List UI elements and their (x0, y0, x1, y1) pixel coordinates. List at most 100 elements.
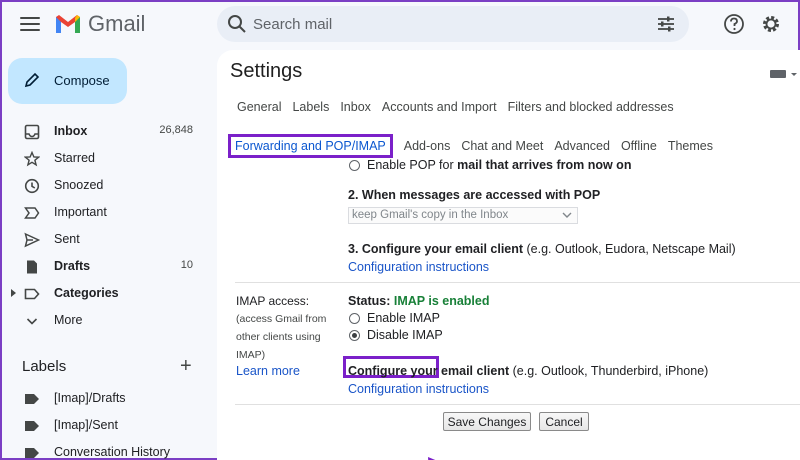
unread-count: 26,848 (159, 124, 193, 136)
label-tag-icon (25, 394, 39, 404)
pop-enable-prefix: Enable POP for (367, 158, 458, 172)
settings-panel: Settings General Labels Inbox Accounts a… (217, 50, 800, 460)
pencil-icon (24, 72, 40, 88)
settings-tabs-row1: General Labels Inbox Accounts and Import… (237, 100, 674, 114)
sidebar-item-important[interactable]: Important (2, 199, 207, 226)
imap-access-label: IMAP access: (236, 294, 310, 308)
draft-count: 10 (180, 259, 193, 271)
enable-imap-label[interactable]: Enable IMAP (367, 311, 440, 325)
label-name: [Imap]/Sent (54, 418, 118, 432)
label-item-imap-drafts[interactable]: [Imap]/Drafts (2, 386, 207, 412)
label-name: Conversation History (54, 445, 171, 459)
search-icon[interactable] (227, 14, 247, 34)
cancel-button[interactable]: Cancel (539, 412, 589, 431)
tab-advanced[interactable]: Advanced (554, 139, 610, 153)
settings-tabs-row2: Forwarding and POP/IMAP Add-ons Chat and… (228, 134, 713, 158)
sidebar-item-inbox[interactable]: Inbox 26,848 (2, 118, 207, 145)
chevron-down-icon (26, 318, 38, 325)
imap-status-prefix: Status: (348, 294, 394, 308)
pop-enable-new-mail-radio[interactable] (349, 160, 360, 171)
pop-configuration-instructions-link[interactable]: Configuration instructions (348, 260, 489, 274)
sidebar-item-sent[interactable]: Sent (2, 226, 207, 253)
tab-accounts-and-import[interactable]: Accounts and Import (382, 100, 497, 114)
tab-general[interactable]: General (237, 100, 281, 114)
pop-step2-title: 2. When messages are accessed with POP (348, 188, 600, 202)
sidebar-item-categories[interactable]: Categories (2, 280, 207, 307)
sidebar-item-label: Categories (54, 286, 119, 300)
search-input[interactable] (253, 12, 653, 36)
keyboard-icon[interactable] (770, 68, 798, 80)
pop-enable-bold: mail that arrives from now on (457, 158, 632, 172)
sidebar-item-drafts[interactable]: Drafts 10 (2, 253, 207, 280)
page-title: Settings (230, 60, 303, 82)
clock-icon (24, 178, 40, 194)
add-label-button[interactable]: + (180, 355, 192, 378)
tab-forwarding-pop-imap[interactable]: Forwarding and POP/IMAP (228, 134, 393, 158)
pop-step2-title-text: 2. When messages are accessed with POP (348, 188, 601, 202)
sidebar-item-label: More (54, 313, 83, 327)
tab-offline[interactable]: Offline (621, 139, 657, 153)
sidebar-item-label: Drafts (54, 259, 91, 273)
imap-client-title: Configure your email client (e.g. Outloo… (348, 364, 708, 378)
imap-client-hint: (e.g. Outlook, Thunderbird, iPhone) (509, 364, 709, 378)
sidebar-item-label: Sent (54, 232, 80, 246)
chevron-down-icon (562, 212, 572, 218)
imap-configuration-instructions-link[interactable]: Configuration instructions (348, 382, 489, 396)
section-divider (235, 282, 800, 283)
tab-inbox[interactable]: Inbox (340, 100, 371, 114)
menu-line (20, 17, 40, 19)
sidebar-nav: Inbox 26,848 Starred Snoozed Important S… (2, 118, 207, 334)
label-name: [Imap]/Drafts (54, 391, 126, 405)
draft-icon (27, 260, 37, 274)
gear-icon[interactable] (760, 13, 782, 35)
label-tag-icon (25, 448, 39, 458)
top-bar: Gmail (2, 2, 798, 48)
sidebar-item-label: Starred (54, 151, 95, 165)
compose-button[interactable]: Compose (8, 58, 127, 104)
tab-themes[interactable]: Themes (668, 139, 713, 153)
pop-action-selected-value: keep Gmail's copy in the Inbox (352, 209, 509, 221)
enable-imap-radio[interactable] (349, 313, 360, 324)
save-changes-button[interactable]: Save Changes (443, 412, 531, 431)
imap-desc-line: (access Gmail from (236, 313, 327, 325)
imap-client-title-text: Configure your email client (348, 364, 510, 378)
menu-line (20, 29, 40, 31)
tab-chat-and-meet[interactable]: Chat and Meet (461, 139, 543, 153)
learn-more-link[interactable]: Learn more (236, 364, 300, 378)
label-item-conversation-history[interactable]: Conversation History (2, 440, 207, 460)
menu-line (20, 23, 40, 25)
annotation-arrow (428, 457, 436, 460)
gmail-m-icon (56, 15, 80, 33)
app-name: Gmail (88, 11, 146, 36)
help-icon[interactable] (723, 13, 745, 35)
search-bar (217, 6, 689, 42)
tab-labels[interactable]: Labels (292, 100, 329, 114)
sidebar-item-label: Important (54, 205, 107, 219)
disable-imap-radio[interactable] (349, 330, 360, 341)
main-menu-button[interactable] (20, 14, 40, 34)
disable-imap-label[interactable]: Disable IMAP (367, 328, 443, 342)
tab-add-ons[interactable]: Add-ons (404, 139, 451, 153)
gmail-logo[interactable]: Gmail (54, 11, 145, 37)
important-icon (24, 207, 40, 219)
compose-label: Compose (54, 73, 110, 88)
sidebar-item-starred[interactable]: Starred (2, 145, 207, 172)
label-icon (24, 288, 40, 300)
imap-desc-line: other clients using (236, 331, 321, 343)
pop-step3-hint: (e.g. Outlook, Eudora, Netscape Mail) (523, 242, 736, 256)
imap-access-description: (access Gmail from other clients using I… (236, 310, 326, 364)
expand-caret-icon[interactable] (11, 289, 16, 297)
pop-action-select[interactable]: keep Gmail's copy in the Inbox (348, 207, 578, 224)
labels-heading: Labels (22, 358, 67, 375)
forwarding-pop-imap-content: Enable POP for mail that arrives from no… (217, 158, 800, 460)
imap-status-value: IMAP is enabled (393, 294, 490, 308)
sidebar-item-more[interactable]: More (2, 307, 207, 334)
pop-step3-title: 3. Configure your email client (e.g. Out… (348, 242, 736, 256)
label-item-imap-sent[interactable]: [Imap]/Sent (2, 413, 207, 439)
imap-status: Status: IMAP is enabled (348, 294, 489, 308)
tab-filters-and-blocked-addresses[interactable]: Filters and blocked addresses (508, 100, 674, 114)
sidebar-item-snoozed[interactable]: Snoozed (2, 172, 207, 199)
star-icon (24, 151, 40, 167)
pop-enable-new-mail-label: Enable POP for mail that arrives from no… (367, 158, 631, 172)
search-options-icon[interactable] (657, 15, 675, 33)
